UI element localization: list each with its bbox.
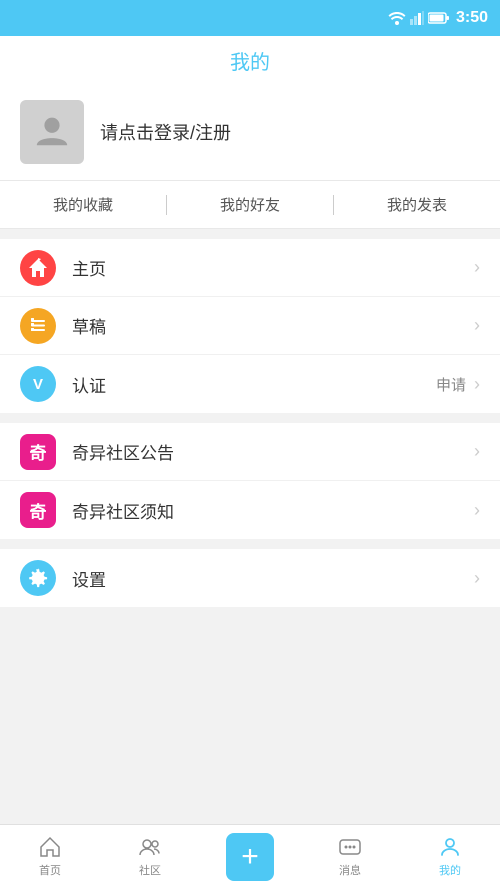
chevron-home: ›	[474, 257, 480, 278]
status-icons	[388, 11, 450, 25]
menu-group-1: 主页 › 草稿 › V 认证 申请	[0, 239, 500, 413]
tab-friends[interactable]: 我的好友	[167, 181, 333, 228]
menu-item-settings[interactable]: 设置 ›	[0, 549, 500, 607]
settings-icon-bg	[20, 560, 56, 596]
page-header: 我的	[0, 36, 500, 84]
menu-item-notice2[interactable]: 奇 奇异社区须知 ›	[0, 481, 500, 539]
chevron-draft: ›	[474, 315, 480, 336]
plus-icon[interactable]: +	[226, 833, 274, 881]
qi-letter-2: 奇	[30, 498, 47, 523]
verify-extra: 申请	[436, 374, 466, 395]
section-gap-3	[0, 539, 500, 549]
page-title: 我的	[230, 46, 270, 75]
nav-item-community[interactable]: 社区	[100, 825, 200, 888]
signal-icon	[410, 11, 424, 25]
menu-label-home: 主页	[72, 255, 470, 280]
menu-label-notice2: 奇异社区须知	[72, 498, 470, 523]
menu-item-verify[interactable]: V 认证 申请 ›	[0, 355, 500, 413]
bottom-nav: 首页 社区 + 消息 我的	[0, 824, 500, 888]
chevron-verify: ›	[474, 374, 480, 395]
nav-item-home[interactable]: 首页	[0, 825, 100, 888]
tabs-row: 我的收藏 我的好友 我的发表	[0, 181, 500, 229]
tab-posts[interactable]: 我的发表	[334, 181, 500, 228]
menu-item-notice1[interactable]: 奇 奇异社区公告 ›	[0, 423, 500, 481]
qi-icon-1: 奇	[20, 434, 56, 470]
section-gap-2	[0, 413, 500, 423]
nav-community-icon	[138, 835, 162, 859]
chevron-notice1: ›	[474, 441, 480, 462]
qi-letter-1: 奇	[30, 439, 47, 464]
profile-section[interactable]: 请点击登录/注册	[0, 84, 500, 181]
menu-label-settings: 设置	[72, 566, 470, 591]
nav-item-messages[interactable]: 消息	[300, 825, 400, 888]
nav-label-mine: 我的	[439, 862, 461, 878]
chevron-notice2: ›	[474, 500, 480, 521]
home-icon-bg	[20, 250, 56, 286]
menu-item-draft[interactable]: 草稿 ›	[0, 297, 500, 355]
menu-label-notice1: 奇异社区公告	[72, 439, 470, 464]
battery-icon	[428, 12, 450, 24]
menu-label-draft: 草稿	[72, 313, 470, 338]
avatar-icon	[33, 111, 71, 154]
login-prompt[interactable]: 请点击登录/注册	[100, 119, 231, 145]
menu-group-2: 奇 奇异社区公告 › 奇 奇异社区须知 ›	[0, 423, 500, 539]
wifi-icon	[388, 11, 406, 25]
chevron-settings: ›	[474, 568, 480, 589]
draft-icon	[28, 316, 48, 336]
nav-mine-icon	[438, 835, 462, 859]
avatar	[20, 100, 84, 164]
nav-label-home: 首页	[39, 862, 61, 878]
nav-plus-btn[interactable]: +	[200, 825, 300, 888]
bottom-filler	[0, 607, 500, 647]
status-time: 3:50	[456, 9, 488, 27]
menu-label-verify: 认证	[72, 372, 436, 397]
nav-label-community: 社区	[139, 862, 161, 878]
status-bar: 3:50	[0, 0, 500, 36]
nav-messages-icon	[338, 835, 362, 859]
menu-group-3: 设置 ›	[0, 549, 500, 607]
section-gap-1	[0, 229, 500, 239]
qi-icon-2: 奇	[20, 492, 56, 528]
nav-label-messages: 消息	[339, 862, 361, 878]
menu-item-home[interactable]: 主页 ›	[0, 239, 500, 297]
nav-home-icon	[38, 835, 62, 859]
home-icon	[28, 258, 48, 278]
verify-v-icon: V	[33, 376, 43, 393]
draft-icon-bg	[20, 308, 56, 344]
main-content: 请点击登录/注册 我的收藏 我的好友 我的发表 主页 ›	[0, 84, 500, 824]
nav-item-mine[interactable]: 我的	[400, 825, 500, 888]
verify-icon-bg: V	[20, 366, 56, 402]
tab-collections[interactable]: 我的收藏	[0, 181, 166, 228]
settings-gear-icon	[27, 567, 49, 589]
